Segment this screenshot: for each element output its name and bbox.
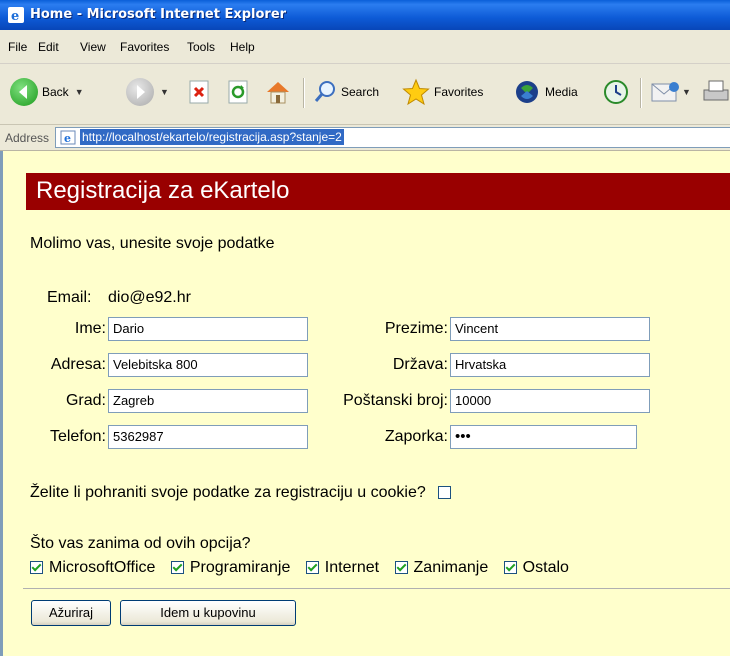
home-icon [267,82,289,104]
ime-input[interactable]: Dario [108,317,308,341]
menu-view[interactable]: View [80,40,106,54]
page-title: Registracija za eKartelo [36,177,290,204]
window-title-bar: e Home - Microsoft Internet Explorer [0,0,730,30]
address-bar: Address e http://localhost/ekartelo/regi… [0,125,730,151]
print-button[interactable] [700,74,730,110]
zaporka-input[interactable]: ••• [450,425,637,449]
page-icon: e [60,130,76,145]
page-content: Registracija za eKartelo Molimo vas, une… [0,151,730,656]
option-label: Internet [324,559,380,576]
menu-help[interactable]: Help [230,40,255,54]
adresa-input[interactable]: Velebitska 800 [108,353,308,377]
chevron-down-icon[interactable]: ▼ [75,87,84,97]
svg-text:e: e [64,132,71,145]
mail-button[interactable]: ▼ [650,74,691,110]
back-arrow-icon [10,78,38,106]
media-label: Media [545,85,578,99]
star-icon [402,78,430,106]
telefon-label: Telefon: [49,428,106,445]
search-icon [314,81,335,102]
checkbox-checked[interactable] [170,561,184,575]
back-button[interactable]: Back ▼ [10,74,84,110]
divider [23,588,730,589]
drzava-label: Država: [392,356,448,373]
menu-favorites[interactable]: Favorites [120,40,169,54]
mail-icon [651,82,679,102]
toolbar-separator [303,78,305,108]
email-label: Email: [47,289,92,306]
option-label: Ostalo [522,559,569,576]
shop-button[interactable]: Idem u kupovinu [120,600,296,626]
refresh-icon [228,80,248,104]
checkbox-checked[interactable] [305,561,319,575]
option-internet[interactable]: Internet [305,559,380,576]
address-input[interactable]: e http://localhost/ekartelo/registracija… [55,127,730,148]
cookie-checkbox[interactable] [438,486,452,500]
adresa-label: Adresa: [50,356,106,373]
menu-bar: File Edit View Favorites Tools Help [0,30,730,64]
chevron-down-icon[interactable]: ▼ [682,87,691,97]
option-label: Programiranje [189,559,291,576]
internet-explorer-icon: e [8,7,24,23]
favorites-label: Favorites [434,85,484,99]
address-label: Address [5,131,50,145]
forward-button[interactable]: ▼ [126,74,169,110]
ime-label: Ime: [74,320,106,337]
telefon-input[interactable]: 5362987 [108,425,308,449]
intro-text: Molimo vas, unesite svoje podatke [30,235,275,252]
history-icon [604,80,628,104]
option-label: MicrosoftOffice [49,559,156,576]
toolbar: Back ▼ ▼ Search Favorites Media ▼ [0,64,730,125]
option-microsoftoffice[interactable]: MicrosoftOffice [30,559,155,576]
printer-icon [703,80,729,101]
refresh-button[interactable] [227,74,251,110]
prezime-label: Prezime: [384,320,448,337]
menu-tools[interactable]: Tools [187,40,215,54]
drzava-input[interactable]: Hrvatska [450,353,650,377]
checkbox-checked[interactable] [30,561,43,575]
options-row: MicrosoftOffice Programiranje Internet Z… [30,559,580,577]
address-url: http://localhost/ekartelo/registracija.a… [80,129,344,145]
grad-input[interactable]: Zagreb [108,389,308,413]
history-button[interactable] [602,74,630,110]
back-label: Back [42,85,69,99]
option-ostalo[interactable]: Ostalo [503,559,569,576]
window-title: Home - Microsoft Internet Explorer [30,7,287,22]
page-header: Registracija za eKartelo [26,173,730,210]
cookie-row: Želite li pohraniti svoje podatke za reg… [30,484,457,502]
favorites-button[interactable]: Favorites [402,74,483,110]
email-value: dio@e92.hr [108,289,191,306]
menu-file[interactable]: File [8,40,27,54]
zaporka-label: Zaporka: [384,428,448,445]
svg-text:e: e [11,9,19,23]
cookie-question: Želite li pohraniti svoje podatke za reg… [30,484,426,501]
chevron-down-icon[interactable]: ▼ [160,87,169,97]
options-question: Što vas zanima od ovih opcija? [30,535,251,552]
option-programiranje[interactable]: Programiranje [170,559,291,576]
media-icon [516,81,538,103]
checkbox-checked[interactable] [394,561,408,575]
update-button[interactable]: Ažuriraj [31,600,111,626]
media-button[interactable]: Media [513,74,578,110]
stop-icon [189,80,209,104]
toolbar-separator [640,78,642,108]
postanski-broj-label: Poštanski broj: [343,392,448,409]
home-button[interactable] [264,74,292,110]
postanski-broj-input[interactable]: 10000 [450,389,650,413]
prezime-input[interactable]: Vincent [450,317,650,341]
search-button[interactable]: Search [313,74,379,110]
checkbox-checked[interactable] [503,561,517,575]
option-zanimanje[interactable]: Zanimanje [394,559,489,576]
forward-arrow-icon [126,78,154,106]
option-label: Zanimanje [413,559,489,576]
search-label: Search [341,85,380,99]
menu-edit[interactable]: Edit [38,40,59,54]
grad-label: Grad: [65,392,106,409]
stop-button[interactable] [188,74,212,110]
